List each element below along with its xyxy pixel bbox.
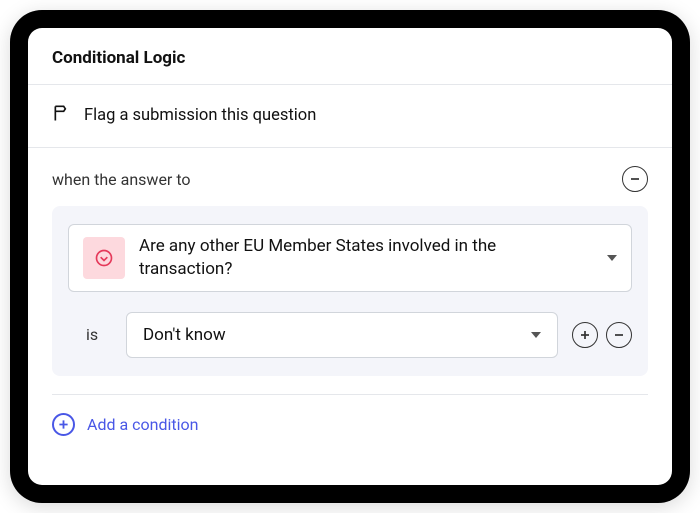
remove-condition-group-button[interactable] (622, 166, 648, 192)
remove-rule-button[interactable] (606, 322, 632, 348)
add-condition-button[interactable]: Add a condition (28, 395, 672, 454)
plus-icon (52, 413, 75, 436)
operator-label: is (86, 325, 112, 344)
flag-row: Flag a submission this question (28, 85, 672, 148)
add-condition-label: Add a condition (87, 415, 198, 434)
header: Conditional Logic (28, 28, 672, 85)
screen: Conditional Logic Flag a submission this… (28, 28, 672, 485)
chevron-down-icon (607, 255, 617, 261)
answer-select[interactable]: Don't know (126, 312, 558, 358)
when-row: when the answer to (28, 148, 672, 206)
question-type-icon (83, 237, 125, 279)
question-text: Are any other EU Member States involved … (139, 235, 593, 281)
condition-block: Are any other EU Member States involved … (52, 206, 648, 376)
flag-text: Flag a submission this question (84, 106, 316, 125)
question-select[interactable]: Are any other EU Member States involved … (68, 224, 632, 292)
rule-buttons (572, 322, 632, 348)
flag-icon (52, 103, 72, 127)
add-rule-button[interactable] (572, 322, 598, 348)
answer-row: is Don't know (68, 312, 632, 358)
answer-text: Don't know (143, 325, 226, 345)
page-title: Conditional Logic (52, 48, 648, 68)
chevron-down-icon (531, 332, 541, 338)
tablet-frame: Conditional Logic Flag a submission this… (10, 10, 690, 503)
when-label: when the answer to (52, 170, 191, 189)
